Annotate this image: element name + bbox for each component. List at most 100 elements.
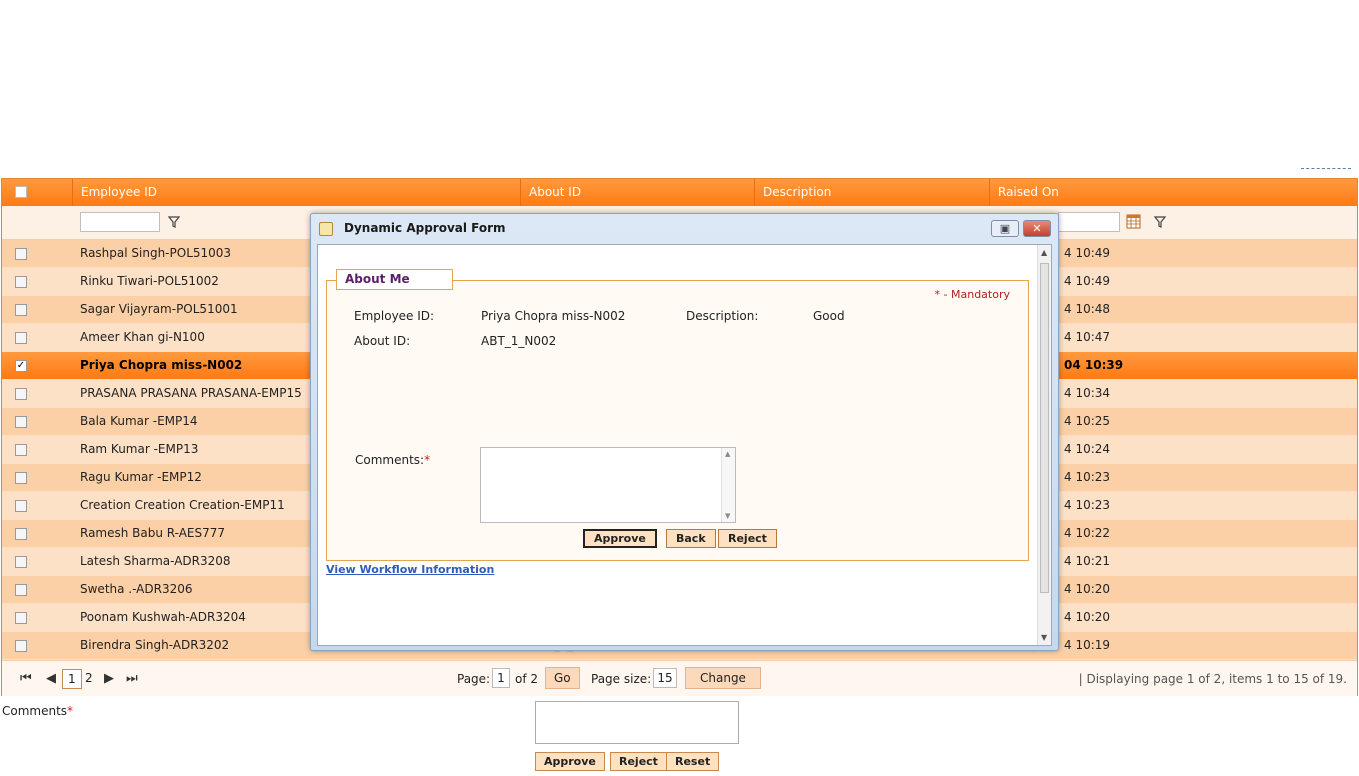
- approve-button[interactable]: Approve: [535, 752, 605, 771]
- required-mark: *: [424, 453, 431, 467]
- description-value: Good: [813, 309, 845, 323]
- dynamic-approval-dialog: Dynamic Approval Form ▣ ✕ ▲ ▼ * - Mandat…: [310, 213, 1059, 651]
- scroll-thumb[interactable]: [1040, 263, 1049, 593]
- comments-textarea[interactable]: ▲ ▼: [480, 447, 736, 523]
- first-page-icon[interactable]: ⏮: [20, 671, 32, 686]
- filter-icon[interactable]: [168, 216, 180, 228]
- employee-id-cell: Latesh Sharma-ADR3208: [80, 554, 231, 568]
- scroll-down-icon[interactable]: ▼: [725, 512, 730, 520]
- about-id-value: ABT_1_N002: [481, 334, 557, 348]
- row-checkbox[interactable]: [15, 528, 27, 540]
- row-checkbox-checked[interactable]: ✓: [15, 360, 27, 372]
- close-icon[interactable]: ✕: [1023, 220, 1051, 237]
- row-checkbox[interactable]: [15, 416, 27, 428]
- row-checkbox[interactable]: [15, 248, 27, 260]
- page-size-input[interactable]: 15: [653, 668, 677, 688]
- row-checkbox[interactable]: [15, 388, 27, 400]
- employee-id-value: Priya Chopra miss-N002: [481, 309, 626, 323]
- change-button[interactable]: Change: [685, 667, 761, 689]
- about-id-label: About ID:: [354, 334, 411, 348]
- employee-id-cell: Sagar Vijayram-POL51001: [80, 302, 238, 316]
- raised-on-cell: 4 10:23: [1064, 470, 1111, 484]
- column-header-employee-id[interactable]: Employee ID: [72, 179, 520, 206]
- page-label: Page:: [457, 672, 491, 686]
- employee-id-cell: Ramesh Babu R-AES777: [80, 526, 226, 540]
- restore-icon[interactable]: ▣: [991, 220, 1019, 237]
- raised-on-cell: 4 10:20: [1064, 582, 1111, 596]
- header-select-all-cell: [2, 179, 72, 206]
- reject-button[interactable]: Reject: [610, 752, 667, 771]
- comments-label: Comments:*: [355, 453, 430, 467]
- prev-page-icon[interactable]: ◀: [46, 671, 56, 686]
- employee-id-cell: Creation Creation Creation-EMP11: [80, 498, 285, 512]
- date-filter-input[interactable]: [1058, 212, 1120, 232]
- row-checkbox[interactable]: [15, 584, 27, 596]
- employee-id-cell: PRASANA PRASANA PRASANA-EMP15: [80, 386, 302, 400]
- bottom-comments-textarea[interactable]: [535, 701, 739, 744]
- row-checkbox[interactable]: [15, 472, 27, 484]
- scroll-down-icon[interactable]: ▼: [1041, 633, 1047, 642]
- scroll-up-icon[interactable]: ▲: [1041, 248, 1047, 257]
- scroll-up-icon[interactable]: ▲: [725, 450, 730, 458]
- select-all-checkbox[interactable]: [15, 186, 27, 198]
- row-checkbox[interactable]: [15, 304, 27, 316]
- employee-id-cell: Poonam Kushwah-ADR3204: [80, 610, 246, 624]
- row-checkbox[interactable]: [15, 276, 27, 288]
- raised-on-cell: 4 10:49: [1064, 274, 1111, 288]
- page-number-current[interactable]: 1: [62, 669, 82, 689]
- back-button[interactable]: Back: [666, 529, 716, 548]
- row-checkbox[interactable]: [15, 444, 27, 456]
- description-label: Description:: [686, 309, 759, 323]
- form-icon: [319, 222, 333, 236]
- employee-id-cell: Swetha .-ADR3206: [80, 582, 193, 596]
- page-size-label: Page size:: [591, 672, 652, 686]
- next-page-icon[interactable]: ▶: [104, 671, 114, 686]
- raised-on-cell: 4 10:23: [1064, 498, 1111, 512]
- about-me-fieldset: * - Mandatory Employee ID: Priya Chopra …: [326, 280, 1029, 561]
- row-checkbox[interactable]: [15, 640, 27, 652]
- dialog-scrollbar[interactable]: ▲ ▼: [1037, 245, 1051, 645]
- row-checkbox[interactable]: [15, 500, 27, 512]
- raised-on-cell: 4 10:49: [1064, 246, 1111, 260]
- reject-button[interactable]: Reject: [718, 529, 777, 548]
- column-header-raised-on[interactable]: Raised On: [989, 179, 1357, 206]
- page-count: of 2: [515, 672, 539, 686]
- row-checkbox[interactable]: [15, 612, 27, 624]
- employee-id-cell: Birendra Singh-ADR3202: [80, 638, 230, 652]
- section-title: About Me: [336, 269, 453, 290]
- filter-icon[interactable]: [1154, 216, 1166, 228]
- comments-label-text: Comments: [2, 704, 68, 718]
- approve-button[interactable]: Approve: [583, 529, 657, 548]
- grid-header: Employee ID About ID Description Raised …: [2, 179, 1357, 206]
- column-header-about-id[interactable]: About ID: [520, 179, 754, 206]
- go-button[interactable]: Go: [545, 667, 580, 689]
- required-mark: *: [67, 704, 74, 718]
- row-checkbox[interactable]: [15, 556, 27, 568]
- dialog-title: Dynamic Approval Form: [344, 221, 506, 235]
- raised-on-cell: 4 10:19: [1064, 638, 1111, 652]
- employee-id-cell: Rashpal Singh-POL51003: [80, 246, 232, 260]
- raised-on-cell: 4 10:25: [1064, 414, 1111, 428]
- raised-on-cell: 4 10:22: [1064, 526, 1111, 540]
- page-number[interactable]: 2: [80, 669, 98, 689]
- window-controls-dots: [1301, 168, 1351, 170]
- dialog-body: ▲ ▼ * - Mandatory Employee ID: Priya Cho…: [317, 244, 1052, 646]
- raised-on-cell: 4 10:21: [1064, 554, 1111, 568]
- textarea-scrollbar[interactable]: ▲ ▼: [721, 448, 735, 522]
- employee-filter-input[interactable]: [80, 212, 160, 232]
- last-page-icon[interactable]: ⏭: [126, 671, 138, 686]
- view-workflow-link[interactable]: View Workflow Information: [326, 563, 494, 576]
- page-input[interactable]: 1: [492, 668, 510, 688]
- grid-pager: ⏮ ◀ 1 2 ▶ ⏭ Page: 1 of 2 Go Page size: 1…: [2, 660, 1357, 696]
- mandatory-note: * - Mandatory: [934, 288, 1010, 301]
- raised-on-cell: 4 10:48: [1064, 302, 1111, 316]
- employee-id-cell: Ram Kumar -EMP13: [80, 442, 199, 456]
- raised-on-cell: 4 10:24: [1064, 442, 1111, 456]
- employee-id-cell: Rinku Tiwari-POL51002: [80, 274, 219, 288]
- column-header-description[interactable]: Description: [754, 179, 989, 206]
- row-checkbox[interactable]: [15, 332, 27, 344]
- calendar-icon[interactable]: [1126, 214, 1141, 229]
- employee-id-cell: Priya Chopra miss-N002: [80, 358, 243, 372]
- employee-id-label: Employee ID:: [354, 309, 435, 323]
- reset-button[interactable]: Reset: [666, 752, 720, 771]
